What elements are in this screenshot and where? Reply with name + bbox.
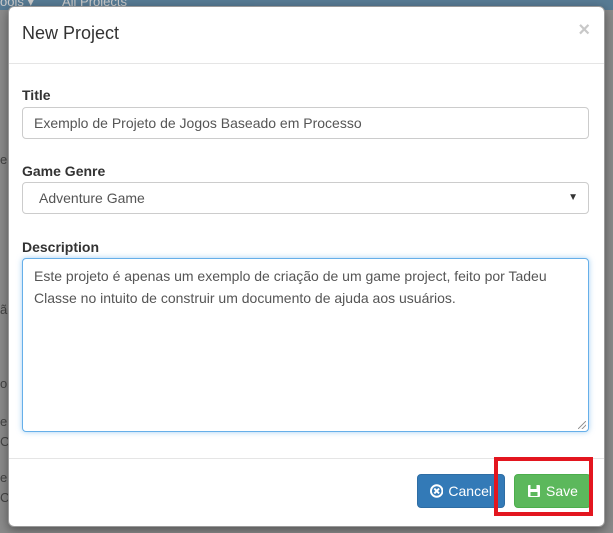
background-text-fragment: e [0, 152, 8, 167]
background-text-fragment: e [0, 414, 8, 429]
times-circle-icon [430, 484, 444, 498]
close-icon[interactable]: × [578, 19, 590, 42]
description-label: Description [22, 239, 100, 255]
cancel-button-label: Cancel [448, 483, 492, 499]
title-label: Title [22, 87, 51, 103]
new-project-modal: New Project × Title Exemplo de Projeto d… [8, 6, 605, 527]
cancel-button[interactable]: Cancel [417, 474, 505, 508]
game-genre-selected-value: Adventure Game [39, 190, 145, 206]
game-genre-label: Game Genre [22, 163, 106, 179]
save-button-highlight-box [494, 457, 593, 516]
game-genre-select[interactable]: Adventure Game ▼ [22, 182, 589, 214]
modal-header: New Project × [9, 7, 604, 64]
caret-down-icon: ▼ [568, 192, 578, 203]
description-textarea[interactable]: Este projeto é apenas um exemplo de cria… [22, 258, 589, 432]
modal-title: New Project [22, 23, 120, 43]
resize-handle-icon[interactable] [578, 421, 586, 429]
description-text: Este projeto é apenas um exemplo de cria… [34, 268, 547, 306]
background-text-fragment: ã [0, 302, 8, 317]
title-input[interactable]: Exemplo de Projeto de Jogos Baseado em P… [22, 107, 589, 139]
background-text-fragment: e [0, 470, 8, 485]
background-text-fragment: o [0, 376, 8, 391]
